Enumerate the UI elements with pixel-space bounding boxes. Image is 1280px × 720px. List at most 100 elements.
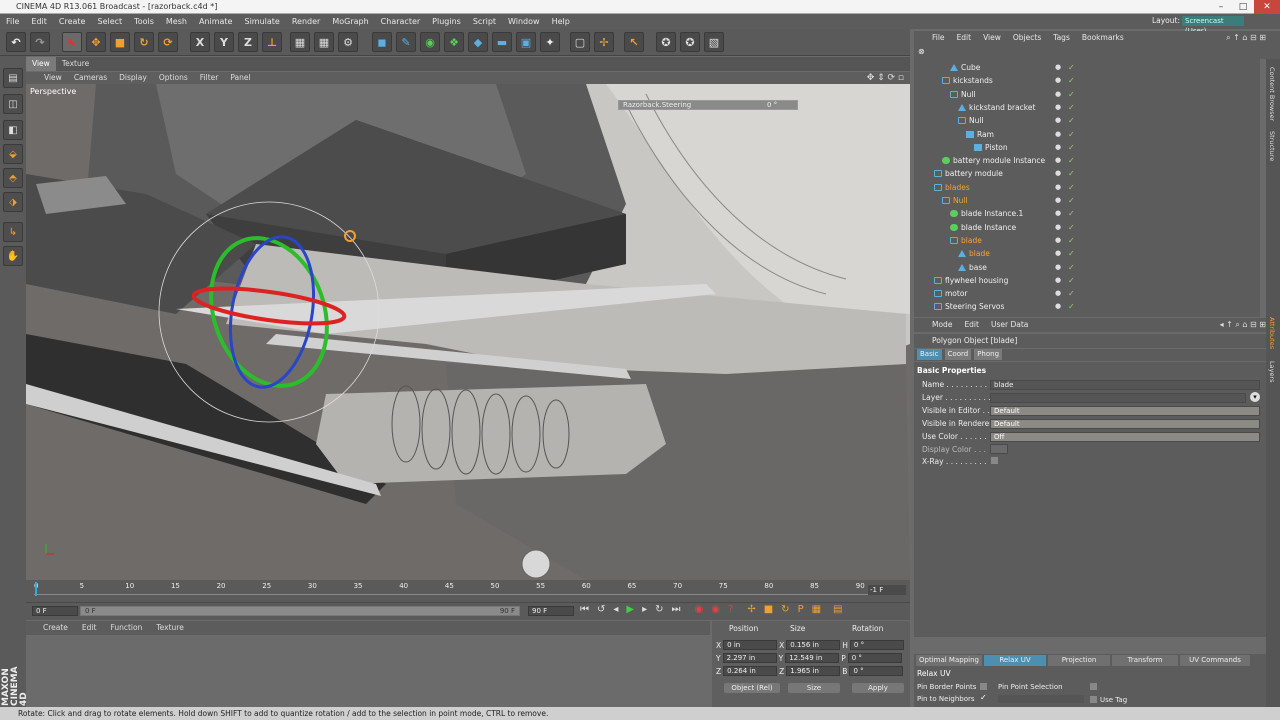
mat-menu-create[interactable]: Create: [36, 621, 75, 635]
object-row[interactable]: blade ● ✓: [914, 234, 1260, 247]
enabled-check-icon[interactable]: ✓: [1068, 167, 1075, 180]
use-tag-checkbox[interactable]: [1090, 696, 1097, 703]
obj-nav-icons[interactable]: ⌕ ↑ ⌂ ⊟ ⊞: [1226, 31, 1266, 45]
enabled-check-icon[interactable]: ✓: [1068, 287, 1075, 300]
visibility-dots-icon[interactable]: ●: [1055, 128, 1061, 141]
key-scale-icon[interactable]: ■: [764, 604, 773, 615]
maximize-icon[interactable]: □: [1232, 0, 1254, 14]
size-z-field[interactable]: 1.965 in: [786, 666, 841, 676]
tab-transform[interactable]: Transform: [1112, 655, 1178, 666]
object-row[interactable]: blade ● ✓: [914, 247, 1260, 260]
object-row[interactable]: kickstand bracket ● ✓: [914, 101, 1260, 114]
coord-mode-dropdown[interactable]: Object (Rel): [724, 683, 780, 693]
model-mode-icon[interactable]: ▤: [3, 68, 23, 88]
menu-mograph[interactable]: MoGraph: [326, 14, 374, 29]
camera-icon[interactable]: ▣: [516, 32, 536, 52]
step-forward-icon[interactable]: ▸: [642, 604, 647, 615]
snap-icon[interactable]: ✢: [594, 32, 614, 52]
obj-menu-objects[interactable]: Objects: [1007, 31, 1047, 45]
keyframe-selection-icon[interactable]: ?: [728, 604, 733, 615]
visible-in-renderer-dropdown[interactable]: Default: [990, 419, 1260, 429]
menu-tools[interactable]: Tools: [128, 14, 160, 29]
tab-view[interactable]: View: [26, 57, 56, 71]
cube-object-icon[interactable]: ◼: [372, 32, 392, 52]
rotation-p-field[interactable]: 0 °: [847, 653, 902, 663]
menu-window[interactable]: Window: [502, 14, 546, 29]
tweak-icon[interactable]: ✋: [3, 246, 23, 266]
enabled-check-icon[interactable]: ✓: [1068, 141, 1075, 154]
menu-select[interactable]: Select: [91, 14, 128, 29]
enabled-check-icon[interactable]: ✓: [1068, 74, 1075, 87]
axis-mode-icon[interactable]: ↖: [624, 32, 644, 52]
autokey-icon[interactable]: ◉: [711, 604, 720, 615]
range-slider[interactable]: 0 F 90 F: [80, 606, 520, 616]
visibility-dots-icon[interactable]: ●: [1055, 74, 1061, 87]
display-color-swatch[interactable]: [990, 444, 1008, 454]
position-x-field[interactable]: 0 in: [723, 640, 778, 650]
move-icon[interactable]: ✥: [86, 32, 106, 52]
enabled-check-icon[interactable]: ✓: [1068, 207, 1075, 220]
layer-picker-icon[interactable]: ▾: [1250, 392, 1260, 402]
go-to-start-icon[interactable]: ⏮: [580, 604, 589, 615]
visibility-dots-icon[interactable]: ●: [1055, 167, 1061, 180]
attr-menu-edit[interactable]: Edit: [958, 318, 985, 332]
current-frame-field[interactable]: -1 F: [868, 585, 906, 595]
size-mode-dropdown[interactable]: Size: [788, 683, 840, 693]
attr-menu-mode[interactable]: Mode: [926, 318, 958, 332]
visibility-dots-icon[interactable]: ●: [1055, 234, 1061, 247]
x-axis-lock-icon[interactable]: X: [190, 32, 210, 52]
recent-tool-icon[interactable]: ⟳: [158, 32, 178, 52]
z-axis-lock-icon[interactable]: Z: [238, 32, 258, 52]
enabled-check-icon[interactable]: ✓: [1068, 181, 1075, 194]
edges-mode-icon[interactable]: ⬘: [3, 168, 23, 188]
enabled-check-icon[interactable]: ✓: [1068, 154, 1075, 167]
object-row[interactable]: base ● ✓: [914, 261, 1260, 274]
side-tab-attributes[interactable]: Attributes: [1268, 317, 1276, 349]
y-axis-lock-icon[interactable]: Y: [214, 32, 234, 52]
locked-workplane-icon[interactable]: ▧: [704, 32, 724, 52]
enabled-check-icon[interactable]: ✓: [1068, 247, 1075, 260]
mat-menu-texture[interactable]: Texture: [149, 621, 190, 635]
mat-menu-edit[interactable]: Edit: [75, 621, 104, 635]
live-selection-icon[interactable]: ⬉: [62, 32, 82, 52]
object-row[interactable]: motor ● ✓: [914, 287, 1260, 300]
end-frame-field[interactable]: 90 F: [528, 606, 574, 616]
minimize-icon[interactable]: –: [1210, 0, 1232, 14]
layout-select[interactable]: Screencast (User): [1182, 16, 1244, 35]
polygons-mode-icon[interactable]: ⬗: [3, 192, 23, 212]
pin-point-selection-checkbox[interactable]: [1090, 683, 1097, 690]
pin-to-neighbors-field[interactable]: [998, 695, 1084, 703]
timeline-window-icon[interactable]: ▤: [833, 604, 842, 615]
attr-menu-user-data[interactable]: User Data: [985, 318, 1034, 332]
vp-menu-panel[interactable]: Panel: [224, 72, 256, 84]
tweak-mode-icon[interactable]: ✪: [656, 32, 676, 52]
size-x-field[interactable]: 0.156 in: [786, 640, 841, 650]
object-row[interactable]: battery module Instance ● ✓: [914, 154, 1260, 167]
xray-checkbox[interactable]: [991, 457, 998, 464]
playhead[interactable]: [35, 582, 37, 596]
tab-optimal-mapping[interactable]: Optimal Mapping: [916, 655, 982, 666]
close-panel-icon[interactable]: ⊗: [918, 47, 925, 56]
deformer-icon[interactable]: ◆: [468, 32, 488, 52]
menu-mesh[interactable]: Mesh: [160, 14, 193, 29]
tab-texture[interactable]: Texture: [56, 57, 95, 71]
enabled-check-icon[interactable]: ✓: [1068, 261, 1075, 274]
pin-to-neighbors-checkbox[interactable]: ✓: [980, 693, 987, 702]
rotate-icon[interactable]: ↻: [134, 32, 154, 52]
coordinate-system-icon[interactable]: ⊥: [262, 32, 282, 52]
visibility-dots-icon[interactable]: ●: [1055, 300, 1061, 313]
enable-axis-icon[interactable]: ↳: [3, 222, 23, 242]
position-z-field[interactable]: 0.264 in: [723, 666, 778, 676]
key-param-icon[interactable]: P: [798, 604, 804, 615]
scale-icon[interactable]: ■: [110, 32, 130, 52]
obj-menu-tags[interactable]: Tags: [1047, 31, 1076, 45]
name-field[interactable]: blade: [990, 380, 1260, 390]
size-y-field[interactable]: 12.549 in: [785, 653, 840, 663]
enabled-check-icon[interactable]: ✓: [1068, 114, 1075, 127]
vp-menu-view[interactable]: View: [38, 72, 68, 84]
mat-menu-function[interactable]: Function: [103, 621, 149, 635]
vp-menu-options[interactable]: Options: [153, 72, 194, 84]
menu-simulate[interactable]: Simulate: [238, 14, 285, 29]
loop-forward-icon[interactable]: ↻: [655, 604, 663, 615]
workplane-icon[interactable]: ✪: [680, 32, 700, 52]
